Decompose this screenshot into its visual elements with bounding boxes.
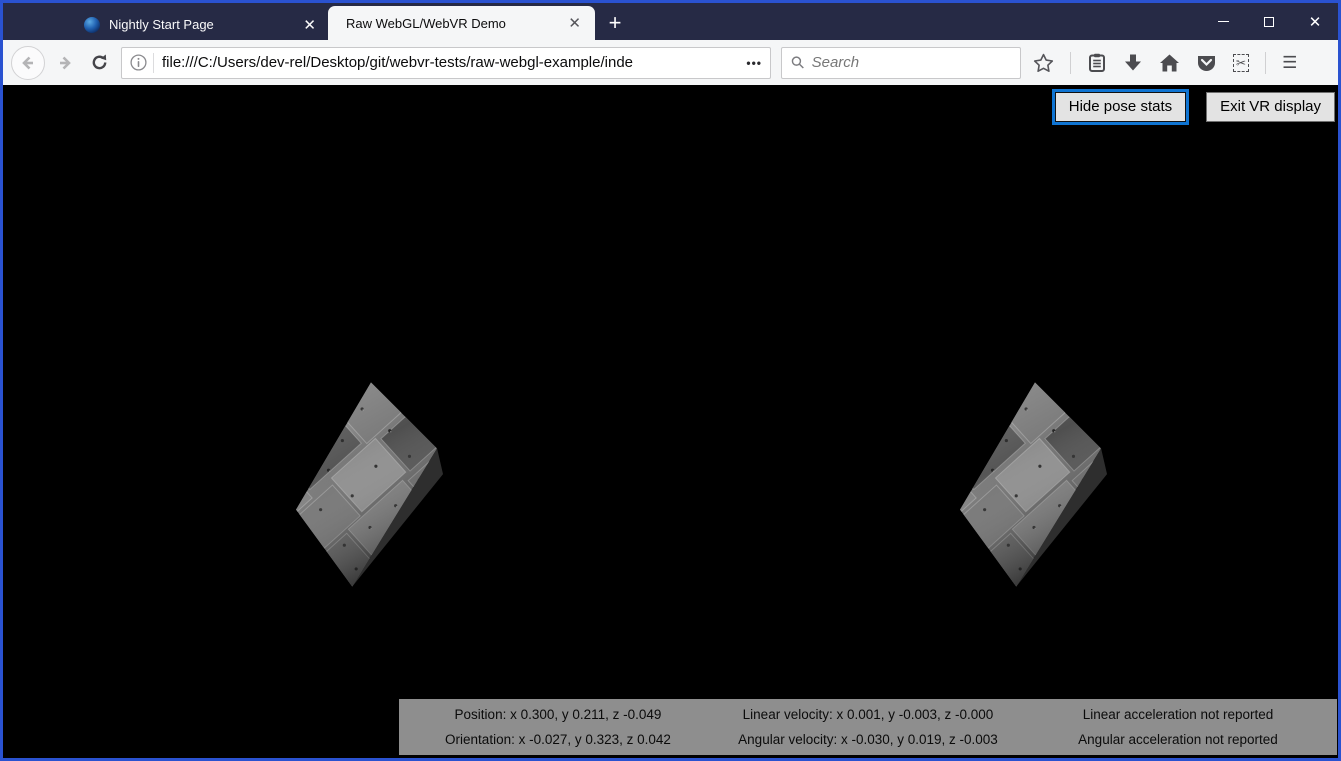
nightly-globe-icon	[84, 17, 100, 33]
maximize-button[interactable]	[1246, 3, 1292, 40]
position-stat: Position: x 0.300, y 0.211, z -0.049	[455, 707, 662, 722]
webgl-cube-left-eye	[293, 379, 445, 591]
linear-acceleration-stat: Linear acceleration not reported	[1083, 707, 1274, 722]
tab-close-icon[interactable]: ✕	[566, 14, 583, 32]
angular-acceleration-stat: Angular acceleration not reported	[1078, 732, 1278, 747]
page-content: Hide pose stats Exit VR display	[3, 85, 1338, 758]
vr-control-buttons: Hide pose stats Exit VR display	[1052, 89, 1335, 125]
reload-icon	[90, 53, 109, 72]
webgl-cube-right-eye	[957, 379, 1109, 591]
screenshot-icon[interactable]: ✂	[1233, 54, 1249, 72]
toolbar-icons: ✂ ☰	[1033, 52, 1297, 74]
url-bar[interactable]: file:///C:/Users/dev-rel/Desktop/git/web…	[121, 47, 771, 79]
download-icon[interactable]	[1123, 53, 1143, 73]
toolbar-separator	[1265, 52, 1266, 74]
reload-button[interactable]	[85, 46, 113, 80]
library-icon[interactable]	[1087, 53, 1107, 73]
page-info-icon[interactable]	[130, 54, 147, 71]
linear-velocity-stat: Linear velocity: x 0.001, y -0.003, z -0…	[743, 707, 994, 722]
tab-title: Nightly Start Page	[109, 17, 301, 32]
search-bar[interactable]	[781, 47, 1021, 79]
navigation-toolbar: file:///C:/Users/dev-rel/Desktop/git/web…	[3, 40, 1338, 85]
urlbar-separator	[153, 53, 154, 73]
tab-nightly-start-page[interactable]: Nightly Start Page ✕	[72, 9, 328, 40]
url-text[interactable]: file:///C:/Users/dev-rel/Desktop/git/web…	[162, 54, 738, 71]
tab-raw-webgl-webvr-demo[interactable]: Raw WebGL/WebVR Demo ✕	[328, 6, 595, 40]
search-input[interactable]	[812, 54, 1011, 71]
back-arrow-icon	[19, 54, 37, 72]
pose-stats-panel: Position: x 0.300, y 0.211, z -0.049 Lin…	[399, 699, 1337, 755]
minimize-button[interactable]	[1200, 3, 1246, 40]
tab-bar: Nightly Start Page ✕ Raw WebGL/WebVR Dem…	[3, 3, 1338, 40]
close-icon: ✕	[1309, 13, 1322, 31]
angular-velocity-stat: Angular velocity: x -0.030, y 0.019, z -…	[738, 732, 998, 747]
orientation-stat: Orientation: x -0.027, y 0.323, z 0.042	[445, 732, 671, 747]
home-icon[interactable]	[1159, 53, 1180, 73]
browser-window: Nightly Start Page ✕ Raw WebGL/WebVR Dem…	[0, 0, 1341, 761]
back-button[interactable]	[11, 46, 45, 80]
forward-arrow-icon	[56, 54, 74, 72]
page-actions-icon[interactable]: •••	[746, 56, 762, 70]
search-icon	[791, 55, 805, 70]
pocket-icon[interactable]	[1196, 53, 1217, 73]
tab-title: Raw WebGL/WebVR Demo	[346, 16, 566, 31]
minimize-icon	[1218, 21, 1229, 23]
maximize-icon	[1264, 17, 1274, 27]
forward-button[interactable]	[51, 46, 79, 80]
exit-vr-display-button[interactable]: Exit VR display	[1206, 92, 1335, 122]
bookmark-star-icon[interactable]	[1033, 53, 1054, 73]
menu-icon[interactable]: ☰	[1282, 54, 1297, 71]
window-controls: ✕	[1200, 3, 1338, 40]
new-tab-button[interactable]: +	[595, 6, 635, 40]
toolbar-separator	[1070, 52, 1071, 74]
tab-close-icon[interactable]: ✕	[301, 16, 318, 34]
hide-pose-stats-button[interactable]: Hide pose stats	[1055, 92, 1186, 122]
close-window-button[interactable]: ✕	[1292, 3, 1338, 40]
